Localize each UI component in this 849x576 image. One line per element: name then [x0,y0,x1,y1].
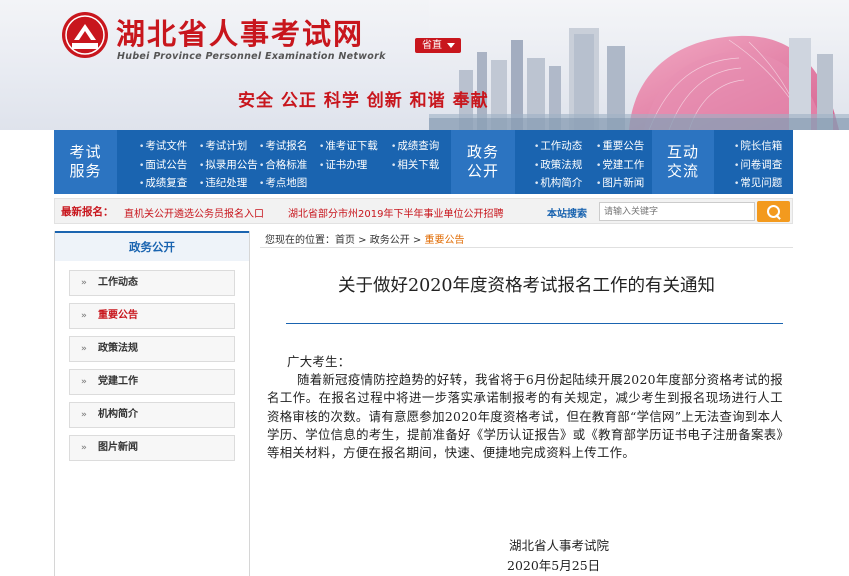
nav-link-pass-standard[interactable]: 合格标准 [259,157,311,176]
nav-link-important-notice[interactable]: 重要公告 [596,138,644,157]
sidebar-item-label: 工作动态 [98,277,138,288]
sidebar-item-important-notice[interactable]: » 重要公告 [69,303,235,329]
nav-link-survey[interactable]: 问卷调查 [734,157,782,176]
nav-section-heading-line: 政务 [466,143,499,161]
nav-links-gov-affairs: 工作动态重要公告 政策法规党建工作 机构简介图片新闻 [534,138,654,194]
sidebar-item-label: 党建工作 [98,376,138,387]
nav-link-about[interactable]: 机构简介 [534,175,588,194]
nav-row: 政策法规党建工作 [534,157,654,176]
sidebar-item-work-news[interactable]: » 工作动态 [69,270,235,296]
nav-row: 问卷调查 [734,157,794,176]
article-signature: 湖北省人事考试院 [509,538,610,553]
nav-row: 常见问题 [734,175,794,194]
sidebar: 政务公开 » 工作动态 » 重要公告 » 政策法规 » 党建工作 » 机构简介 … [54,231,250,576]
search-input[interactable] [599,202,755,221]
site-subtitle: Hubei Province Personnel Examination Net… [117,51,386,62]
breadcrumb-current: 重要公告 [424,235,465,246]
sidebar-item-policy[interactable]: » 政策法规 [69,336,235,362]
notice-link[interactable]: 湖北省部分市州2019年下半年事业单位公开招聘 [288,205,514,220]
nav-link-exam-plan[interactable]: 考试计划 [199,138,251,157]
notice-link[interactable]: 直机关公开遴选公务员报名入口 [124,205,264,220]
breadcrumb-prefix: 您现在的位置： [265,235,335,246]
nav-link-interview-notice[interactable]: 面试公告 [139,157,191,176]
sidebar-item-photo-news[interactable]: » 图片新闻 [69,435,235,461]
nav-row: 成绩复查违纪处理考点地图 [139,175,469,194]
main-nav: 考试 服务 考试文件考试计划考试报名准考证下载成绩查询 面试公告拟录用公告合格标… [54,130,793,194]
nav-section-heading-line: 服务 [69,162,102,180]
article-title: 关于做好2020年度资格考试报名工作的有关通知 [337,276,716,296]
article-body: 广大考生： 随着新冠疫情防控趋势的好转，我省将于6月份起陆续开展2020年度部分… [267,353,783,462]
nav-section-gov-affairs[interactable]: 政务 公开 [451,130,515,194]
double-chevron-right-icon: » [81,410,87,420]
nav-section-heading-line: 互动 [666,143,699,161]
nav-link-director-mailbox[interactable]: 院长信箱 [734,138,782,157]
nav-link-violations[interactable]: 违纪处理 [199,175,251,194]
nav-link-exam-register[interactable]: 考试报名 [259,138,311,157]
skyline-image [429,0,849,130]
nav-row: 机构简介图片新闻 [534,175,654,194]
nav-link-score-query[interactable]: 成绩查询 [391,138,439,157]
breadcrumb: 您现在的位置：首页 > 政务公开 > 重要公告 [265,231,465,246]
double-chevron-right-icon: » [81,311,87,321]
nav-section-heading-line: 交流 [666,162,699,180]
sidebar-item-label: 图片新闻 [98,442,138,453]
double-chevron-right-icon: » [81,443,87,453]
nav-section-interaction[interactable]: 互动 交流 [652,130,714,194]
nav-link-exam-docs[interactable]: 考试文件 [139,138,191,157]
breadcrumb-separator: > [409,235,425,246]
article-date: 2020年5月25日 [507,558,601,573]
nav-link-photo-news[interactable]: 图片新闻 [596,175,644,194]
sidebar-item-label: 重要公告 [98,310,138,321]
breadcrumb-home[interactable]: 首页 [335,235,355,246]
nav-link-certificate[interactable]: 证书办理 [319,157,383,176]
region-button-label: 省直 [422,40,442,51]
nav-link-faq[interactable]: 常见问题 [734,175,782,194]
chevron-down-icon [447,43,455,48]
nav-row: 考试文件考试计划考试报名准考证下载成绩查询 [139,138,469,157]
nav-link-policy[interactable]: 政策法规 [534,157,588,176]
sidebar-title: 政务公开 [55,231,249,261]
double-chevron-right-icon: » [81,377,87,387]
nav-link-admission-download[interactable]: 准考证下载 [319,138,383,157]
double-chevron-right-icon: » [81,344,87,354]
nav-row: 院长信箱 [734,138,794,157]
site-title[interactable]: 湖北省人事考试网 [116,11,364,53]
site-logo[interactable] [60,10,110,60]
nav-link-party-building[interactable]: 党建工作 [596,157,644,176]
breadcrumb-section[interactable]: 政务公开 [370,235,410,246]
site-banner: 湖北省人事考试网 Hubei Province Personnel Examin… [0,0,849,130]
nav-row: 工作动态重要公告 [534,138,654,157]
breadcrumb-separator: > [355,235,370,246]
nav-section-heading-line: 考试 [69,143,102,161]
nav-link-hire-notice[interactable]: 拟录用公告 [199,157,258,176]
nav-links-interaction: 院长信箱 问卷调查 常见问题 [734,138,794,194]
nav-links-exam-service: 考试文件考试计划考试报名准考证下载成绩查询 面试公告拟录用公告合格标准证书办理相… [139,138,469,194]
search-label: 本站搜索 [547,209,587,220]
notice-bar: 最新报名： 直机关公开遴选公务员报名入口 湖北省部分市州2019年下半年事业单位… [54,198,793,224]
article-greeting: 广大考生： [287,354,351,369]
search-button[interactable] [757,201,790,222]
sidebar-item-label: 政策法规 [98,343,138,354]
divider [260,247,793,248]
nav-section-exam-service[interactable]: 考试 服务 [54,130,117,194]
nav-section-heading-line: 公开 [466,162,499,180]
notice-label: 最新报名： [61,206,114,218]
region-select-button[interactable]: 省直 [415,38,461,53]
sidebar-item-about[interactable]: » 机构简介 [69,402,235,428]
nav-link-exam-map[interactable]: 考点地图 [259,175,307,194]
sidebar-item-party-building[interactable]: » 党建工作 [69,369,235,395]
nav-link-downloads[interactable]: 相关下载 [391,157,439,176]
slogan-text: 安全 公正 科学 创新 和谐 奉献 [238,91,489,111]
double-chevron-right-icon: » [81,278,87,288]
nav-link-score-review[interactable]: 成绩复查 [139,175,191,194]
nav-row: 面试公告拟录用公告合格标准证书办理相关下载 [139,157,469,176]
sidebar-item-label: 机构简介 [98,409,138,420]
nav-link-work-news[interactable]: 工作动态 [534,138,588,157]
divider [286,323,783,324]
article-paragraph: 随着新冠疫情防控趋势的好转，我省将于6月份起陆续开展2020年度部分资格考试的报… [267,372,783,461]
